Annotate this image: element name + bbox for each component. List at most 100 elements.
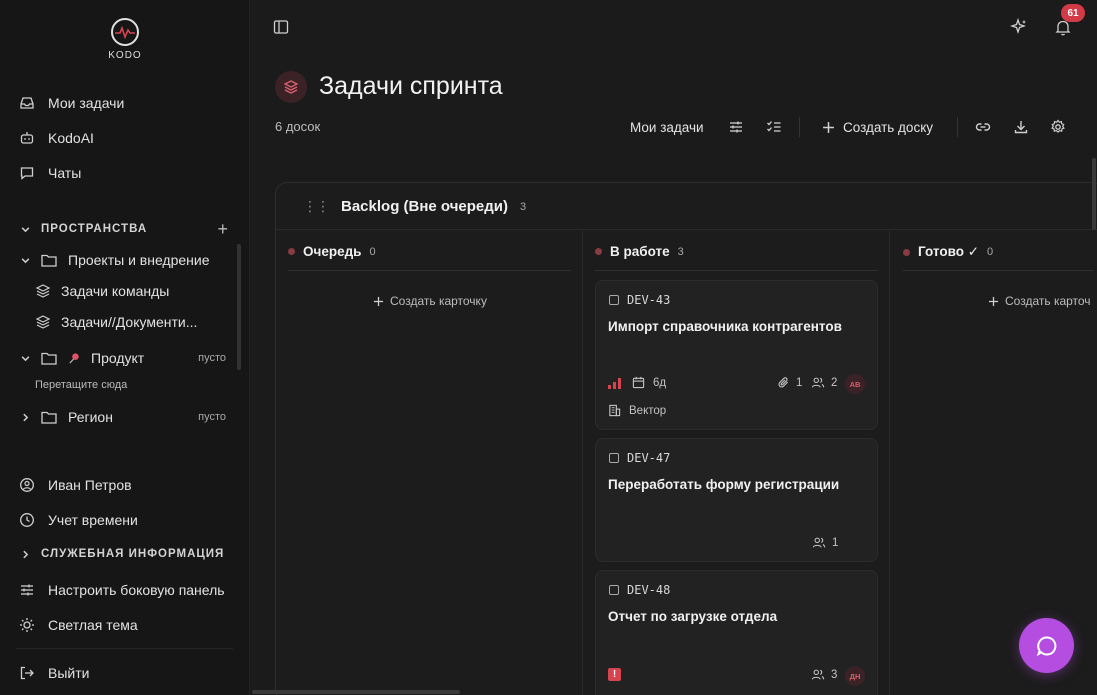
chevron-down-icon [20,255,31,266]
space-empty-label: пусто [198,352,226,364]
space-product[interactable]: Продукт пусто [20,345,226,371]
notifications-badge: 61 [1061,4,1085,22]
chevron-right-icon [20,412,31,423]
column-header-in-progress[interactable]: В работе 3 [595,244,684,259]
avatar-initials: ДН [845,666,865,686]
service-title: СЛУЖЕБНАЯ ИНФОРМАЦИЯ [41,548,225,560]
space-projects[interactable]: Проекты и внедрение [20,247,230,273]
drag-handle-icon[interactable]: ⋮⋮ [303,198,330,215]
column-divider [889,231,890,695]
kodo-logo[interactable]: KODO [104,16,146,61]
column-header-done[interactable]: Готово ✓ 0 [903,244,993,260]
card-checkbox[interactable] [609,585,619,595]
plus-icon [988,296,999,307]
link-icon [975,123,991,131]
avatar[interactable]: АВ [845,374,865,394]
gear-icon [1051,119,1065,133]
sidebar-scrollbar[interactable] [237,244,241,370]
layers-icon [35,283,51,299]
page-title: Задачи спринта [319,72,503,100]
create-card-button[interactable]: Создать карточ [988,294,1091,308]
nav-customize-sidebar[interactable]: Настроить боковую панель [18,576,235,604]
chevron-right-icon [20,549,31,560]
ai-sparkle-button[interactable] [1008,16,1030,38]
create-board-button[interactable]: Создать доску [822,114,933,140]
column-header-queue[interactable]: Очередь 0 [288,244,376,259]
add-space-button[interactable]: + [217,219,229,240]
nav-label: Мои задачи [48,95,125,111]
board-tasks-docs[interactable]: Задачи//Документи... [35,309,225,335]
page-icon [275,71,307,103]
board-team-tasks[interactable]: Задачи команды [35,278,225,304]
column-rule [903,270,1093,271]
plus-icon [822,121,835,134]
drop-hint: Перетащите сюда [35,379,128,391]
service-section-header[interactable]: СЛУЖЕБНАЯ ИНФОРМАЦИЯ [20,543,229,565]
download-button[interactable] [1013,114,1029,140]
tag-label: Вектор [629,404,667,417]
user-circle-icon [18,476,36,494]
filter-button[interactable] [728,114,744,140]
building-icon [608,404,621,417]
task-card[interactable]: DEV-43 Импорт справочника контрагентов 6… [595,280,878,430]
card-title: Импорт справочника контрагентов [608,319,842,334]
layers-icon [283,79,299,95]
my-tasks-label: Мои задачи [630,119,704,135]
nav-logout[interactable]: Выйти [18,659,235,687]
board-count: 3 [520,200,527,213]
urgent-icon: ! [608,668,621,681]
board-label: Задачи//Документи... [61,314,198,330]
sliders-icon [730,121,742,133]
nav-kodoai[interactable]: KodoAI [18,124,235,152]
horizontal-scrollbar[interactable] [252,690,460,694]
assignees-count: 3 [831,668,838,681]
sidebar-toggle-icon [273,20,289,34]
card-id-row: DEV-43 [609,293,670,307]
folder-open-icon [41,351,58,366]
nav-my-tasks[interactable]: Мои задачи [18,89,235,117]
chat-fab-button[interactable] [1019,618,1074,673]
my-tasks-filter[interactable]: Мои задачи [630,114,704,140]
layers-icon [35,314,51,330]
toggle-sidebar-button[interactable] [270,16,292,38]
task-card[interactable]: DEV-47 Переработать форму регистрации 1 [595,438,878,562]
boards-count: 6 досок [275,119,321,134]
nav-profile[interactable]: Иван Петров [18,471,235,499]
create-card-label: Создать карточ [1005,294,1091,308]
assignees: 2 [811,376,837,389]
column-title: Готово ✓ [918,244,980,259]
space-empty-label: пусто [198,411,226,423]
card-id: DEV-47 [627,451,671,465]
main-scrollbar[interactable] [1092,158,1096,230]
avatar-initials: АВ [845,374,865,394]
spaces-section-header[interactable]: ПРОСТРАНСТВА + [20,218,229,240]
column-rule [595,270,878,271]
chevron-down-icon [20,353,31,364]
avatar[interactable]: ДН [845,666,865,686]
settings-button[interactable] [1050,114,1066,140]
task-card[interactable]: DEV-48 Отчет по загрузке отдела ! 3 ДН [595,570,878,695]
copy-link-button[interactable] [975,114,991,140]
create-board-label: Создать доску [843,119,933,135]
column-title: В работе [610,244,670,259]
chat-icon [18,164,36,182]
column-divider [582,231,583,695]
assignees-count: 1 [832,536,839,549]
nav-time-tracking[interactable]: Учет времени [18,506,235,534]
card-checkbox[interactable] [609,453,619,463]
nav-label: Чаты [48,165,82,181]
board-header[interactable]: ⋮⋮ Backlog (Вне очереди) 3 [303,198,526,215]
checklist-button[interactable] [766,114,782,140]
users-icon [812,536,826,549]
sidebar-divider [16,648,233,649]
assignees: 1 [812,536,838,549]
sun-icon [18,616,36,634]
nav-label: KodoAI [48,130,94,146]
nav-light-theme[interactable]: Светлая тема [18,611,235,639]
card-checkbox[interactable] [609,295,619,305]
attachments-count: 1 [796,376,803,389]
create-card-button[interactable]: Создать карточку [373,294,487,308]
nav-chats[interactable]: Чаты [18,159,235,187]
card-id: DEV-43 [627,293,671,307]
space-region[interactable]: Регион пусто [20,404,226,430]
